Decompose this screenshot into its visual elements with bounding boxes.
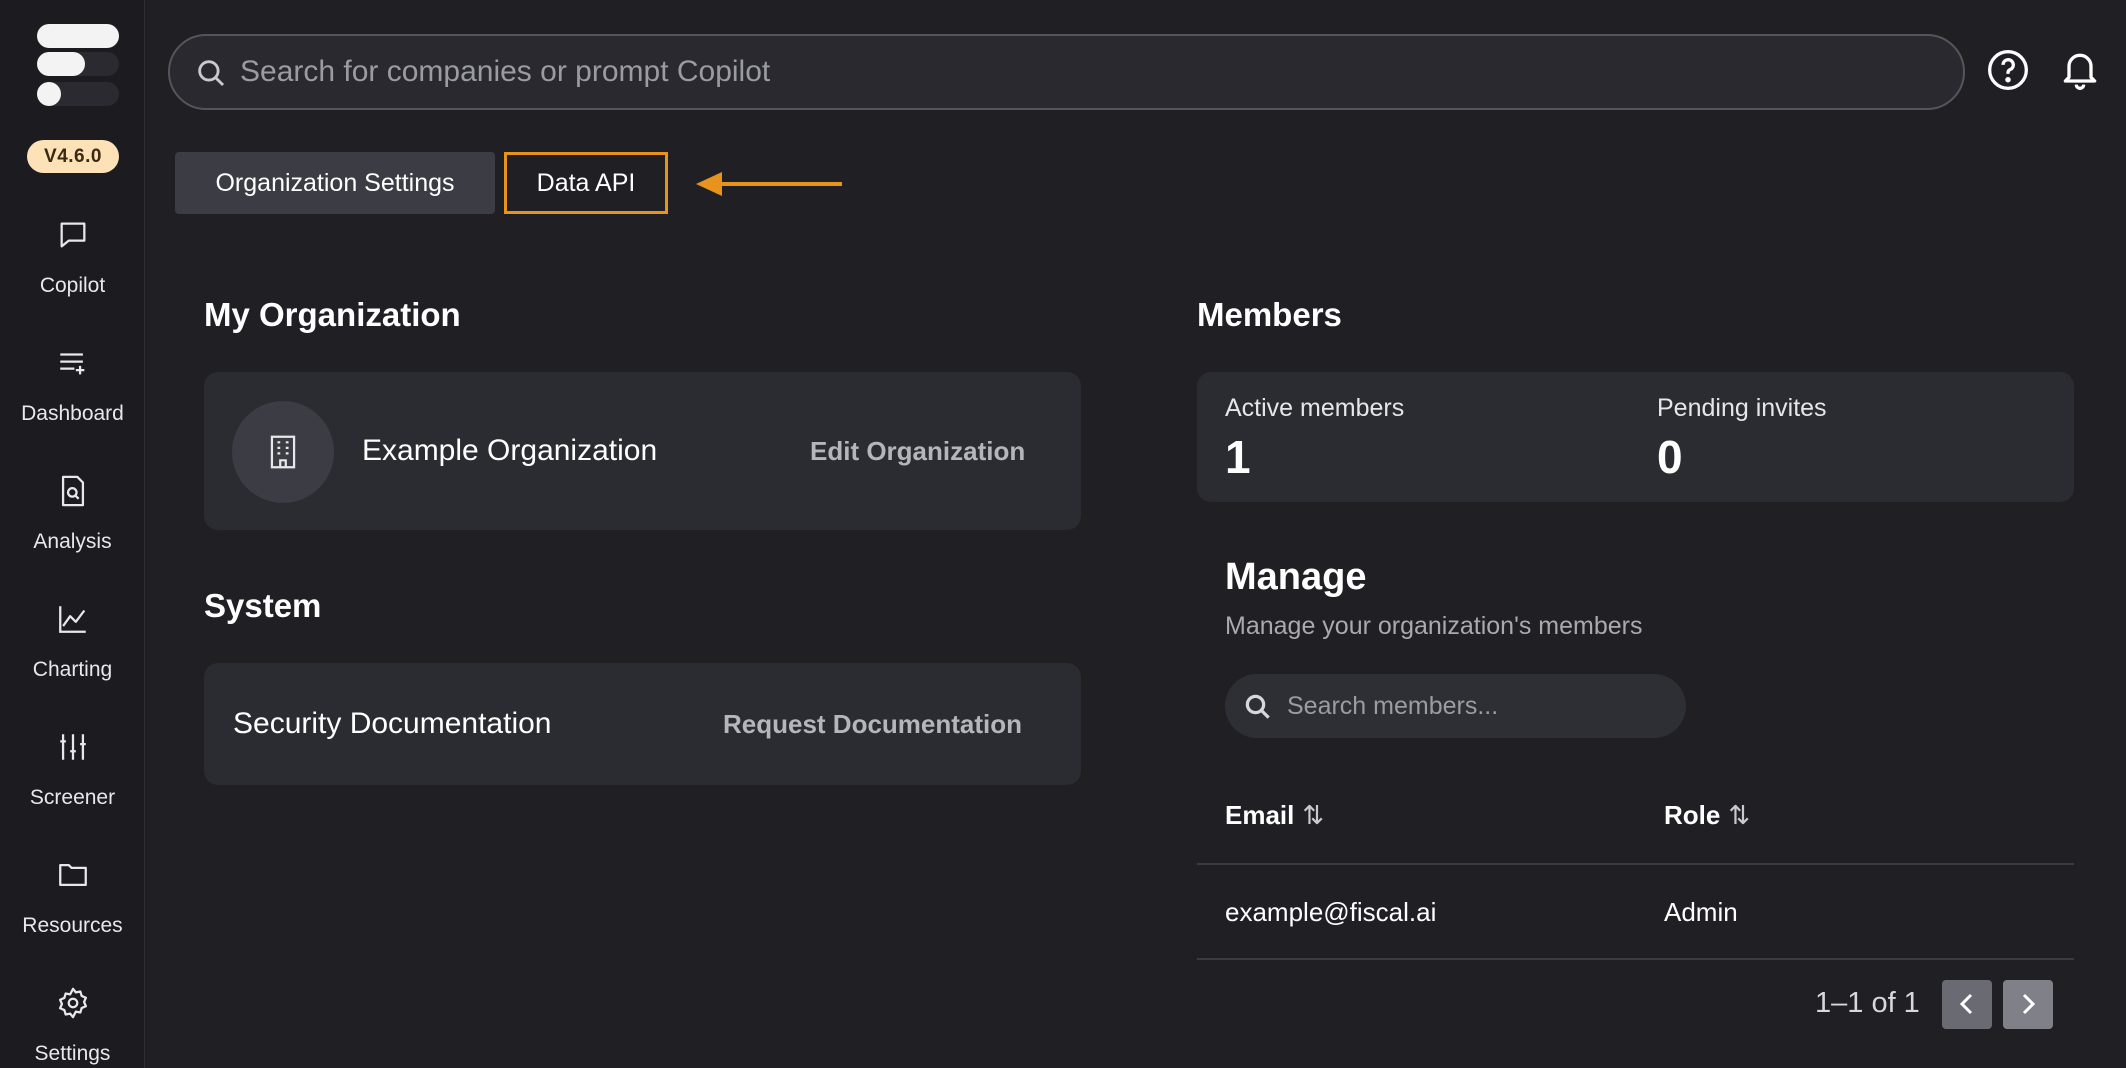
- nav-analysis[interactable]: Analysis: [0, 474, 145, 584]
- manage-subtitle: Manage your organization's members: [1225, 612, 1643, 640]
- nav-dashboard[interactable]: Dashboard: [0, 346, 145, 456]
- tab-data-api[interactable]: Data API: [504, 152, 668, 214]
- nav-label: Analysis: [33, 530, 112, 553]
- nav-screener[interactable]: Screener: [0, 730, 145, 840]
- previous-page-button[interactable]: [1942, 980, 1992, 1029]
- global-search-input[interactable]: [240, 46, 1920, 98]
- request-documentation-button[interactable]: Request Documentation: [723, 709, 1022, 740]
- nav-label: Charting: [32, 658, 113, 681]
- nav-label: Screener: [29, 786, 116, 809]
- email-column-label: Email: [1225, 800, 1295, 830]
- nav-settings[interactable]: Settings: [0, 986, 145, 1068]
- sidebar: V4.6.0 Copilot Dashboard Analysis Charti…: [0, 0, 145, 1068]
- help-circle-icon[interactable]: [1986, 48, 2030, 92]
- members-title: Members: [1197, 296, 1342, 333]
- nav-label: Settings: [34, 1042, 111, 1065]
- table-divider: [1197, 863, 2074, 865]
- annotation-arrow: [696, 172, 842, 196]
- pending-invites-label: Pending invites: [1657, 394, 1827, 422]
- pending-invites-count: 0: [1657, 431, 1683, 483]
- manage-title: Manage: [1225, 556, 1367, 598]
- nav-label: Resources: [22, 914, 123, 937]
- nav-label: Dashboard: [21, 402, 124, 425]
- member-search[interactable]: [1225, 674, 1686, 738]
- sort-icon: ⇅: [1728, 800, 1751, 830]
- role-column-header[interactable]: Role ⇅: [1664, 800, 1750, 831]
- organization-card: Example Organization Edit Organization: [204, 372, 1081, 530]
- active-members-label: Active members: [1225, 394, 1405, 422]
- sort-icon: ⇅: [1302, 800, 1325, 830]
- app-logo[interactable]: [35, 22, 121, 112]
- pagination-label: 1–1 of 1: [1815, 987, 1920, 1019]
- global-search[interactable]: [168, 34, 1965, 110]
- chevron-right-icon: [2022, 993, 2036, 1015]
- gear-icon: [58, 987, 87, 1019]
- email-column-header[interactable]: Email ⇅: [1225, 800, 1324, 831]
- list-add-icon: [59, 353, 84, 375]
- document-search-icon: [61, 475, 84, 507]
- nav-charting[interactable]: Charting: [0, 602, 145, 712]
- chat-bubble-icon: [60, 222, 85, 248]
- search-icon: [198, 60, 225, 87]
- chevron-left-icon: [1959, 993, 1973, 1015]
- nav-resources[interactable]: Resources: [0, 858, 145, 968]
- bell-icon[interactable]: [2058, 48, 2102, 92]
- table-divider: [1197, 958, 2074, 960]
- organization-avatar: [232, 401, 334, 503]
- active-members-count: 1: [1225, 431, 1251, 483]
- line-chart-icon: [58, 606, 86, 633]
- member-role: Admin: [1664, 897, 1738, 927]
- nav-label: Copilot: [39, 274, 106, 297]
- building-icon: [270, 435, 296, 469]
- edit-organization-button[interactable]: Edit Organization: [810, 436, 1025, 467]
- security-documentation-card: Security Documentation Request Documenta…: [204, 663, 1081, 785]
- sliders-icon: [59, 734, 86, 760]
- nav-copilot[interactable]: Copilot: [0, 218, 145, 328]
- version-badge: V4.6.0: [27, 140, 119, 173]
- security-documentation-label: Security Documentation: [233, 707, 552, 740]
- folder-icon: [58, 863, 87, 887]
- tab-organization-settings[interactable]: Organization Settings: [175, 152, 495, 214]
- next-page-button[interactable]: [2003, 980, 2053, 1029]
- member-search-input[interactable]: [1287, 684, 1667, 728]
- my-organization-title: My Organization: [204, 296, 461, 333]
- role-column-label: Role: [1664, 800, 1721, 830]
- system-title: System: [204, 587, 322, 624]
- organization-name: Example Organization: [362, 434, 658, 467]
- members-stats-card: Active members 1 Pending invites 0: [1197, 372, 2074, 502]
- search-icon: [1245, 694, 1270, 719]
- member-email: example@fiscal.ai: [1225, 897, 1437, 927]
